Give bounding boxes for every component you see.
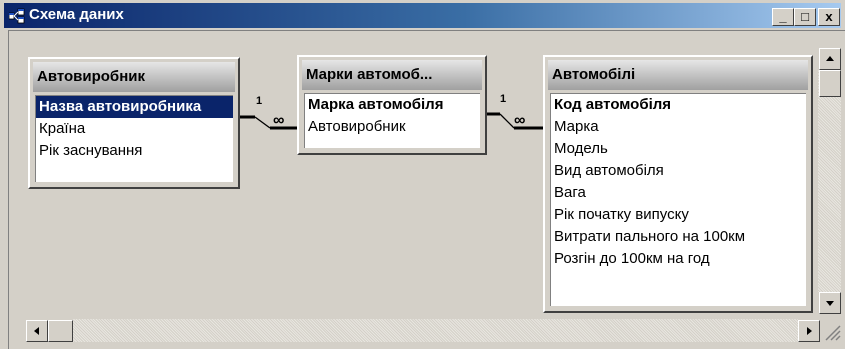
- scroll-up-button[interactable]: [819, 48, 841, 70]
- table-header[interactable]: Марки автомоб...: [302, 60, 482, 90]
- field-item[interactable]: Розгін до 100км на год: [551, 248, 806, 270]
- scroll-down-button[interactable]: [819, 292, 841, 314]
- arrow-down-icon: [826, 301, 834, 306]
- table-header[interactable]: Автомобілі: [548, 60, 808, 90]
- relationship-2[interactable]: 1 ∞: [485, 93, 545, 130]
- field-list: Назва автовиробника Країна Рік заснуванн…: [35, 95, 233, 182]
- arrow-right-icon: [807, 327, 812, 335]
- relationship-2-one-label: 1: [500, 93, 506, 105]
- table-marky-avtomobiliv[interactable]: Марки автомоб... Марка автомобіля Автови…: [297, 55, 487, 155]
- table-title: Марки автомоб...: [306, 66, 433, 83]
- vertical-scroll-thumb[interactable]: [819, 70, 841, 97]
- field-item[interactable]: Рік початку випуску: [551, 204, 806, 226]
- relationship-1-many-label: ∞: [273, 112, 284, 129]
- table-avtovyrobnyk[interactable]: Автовиробник Назва автовиробника Країна …: [28, 57, 240, 189]
- field-item[interactable]: Модель: [551, 138, 806, 160]
- vertical-scroll-track[interactable]: [818, 70, 841, 292]
- field-item[interactable]: Назва автовиробника: [36, 96, 233, 118]
- scroll-left-button[interactable]: [26, 320, 48, 342]
- field-item[interactable]: Вага: [551, 182, 806, 204]
- scroll-right-button[interactable]: [798, 320, 820, 342]
- table-title: Автомобілі: [552, 66, 636, 83]
- field-item[interactable]: Код автомобіля: [551, 94, 806, 116]
- table-avtomobili[interactable]: Автомобілі Код автомобіля Марка Модель В…: [543, 55, 813, 313]
- horizontal-scroll-track[interactable]: [73, 319, 798, 342]
- field-item[interactable]: Автовиробник: [305, 116, 480, 138]
- arrow-left-icon: [34, 327, 39, 335]
- field-item[interactable]: Рік заснування: [36, 140, 233, 162]
- table-title: Автовиробник: [37, 68, 145, 85]
- arrow-up-icon: [826, 56, 834, 61]
- field-list: Код автомобіля Марка Модель Вид автомобі…: [550, 93, 806, 306]
- horizontal-scroll-thumb[interactable]: [48, 320, 73, 342]
- field-item[interactable]: Витрати пального на 100км: [551, 226, 806, 248]
- relationship-2-many-label: ∞: [514, 112, 525, 129]
- field-item[interactable]: Вид автомобіля: [551, 160, 806, 182]
- relationship-1[interactable]: 1 ∞: [237, 95, 299, 130]
- relationships-window: Схема даних _ □ x 1 ∞ 1 ∞ Автовиробник Н…: [0, 0, 845, 349]
- field-item[interactable]: Марка: [551, 116, 806, 138]
- relationship-1-one-label: 1: [256, 95, 262, 107]
- resize-grip-icon[interactable]: [820, 320, 841, 341]
- field-list: Марка автомобіля Автовиробник: [304, 93, 480, 148]
- field-item[interactable]: Країна: [36, 118, 233, 140]
- table-header[interactable]: Автовиробник: [33, 62, 235, 92]
- field-item[interactable]: Марка автомобіля: [305, 94, 480, 116]
